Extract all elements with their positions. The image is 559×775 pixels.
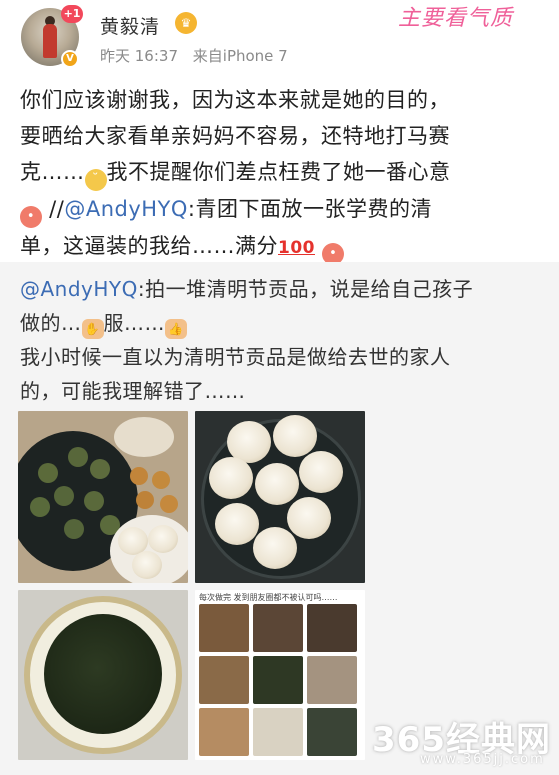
qingtuan (90, 459, 110, 479)
post-line: 克…… ˘ 我不提醒你们差点枉费了她一番心意 (20, 154, 546, 191)
qingtuan (64, 519, 84, 539)
steamed-bun (273, 415, 317, 457)
photo-steamed-buns[interactable] (195, 411, 365, 583)
steamed-bun (132, 551, 162, 579)
post-text-fragment: // (42, 197, 65, 221)
qingtuan (30, 497, 50, 517)
green-dough (44, 614, 162, 734)
shy-emoji-icon: ˘ (84, 169, 107, 191)
watermark-site: www.365jj.com (420, 752, 545, 767)
collage-caption: 每次做完 发到朋友圈都不被认可吗…… (199, 593, 338, 602)
post-meta: 昨天 16:37 来自iPhone 7 (100, 45, 298, 66)
photo-collage-grid[interactable]: 每次做完 发到朋友圈都不被认可吗…… (195, 590, 365, 760)
repost-mention-link[interactable]: @AndyHYQ (20, 277, 138, 301)
collage-cell (199, 656, 249, 704)
qingtuan (54, 486, 74, 506)
score-100-emoji-icon: 100 (278, 238, 315, 258)
pig-emoji-icon: • (20, 206, 42, 228)
repost-text-fragment: 做的… (20, 311, 82, 335)
clap-hands-icon: ✋ (81, 319, 104, 339)
cupcake (152, 471, 170, 489)
collage-cell (253, 656, 303, 704)
qingtuan (38, 463, 58, 483)
steamed-bun (255, 463, 299, 505)
post-line: 你们应该谢谢我，因为这本来就是她的目的， (20, 88, 450, 112)
post-header: +1 V 黄毅清 ♛ 昨天 16:37 来自iPhone 7 主要看气质 (0, 0, 559, 80)
repost-line: 我小时候一直以为清明节贡品是做给去世的家人 (20, 345, 451, 369)
collage-cell (253, 708, 303, 756)
verified-icon: V (61, 50, 79, 68)
collage-cell (307, 708, 357, 756)
post-text-fragment: :青团下面放一张学费的清 (187, 197, 432, 221)
steamed-bun (287, 497, 331, 539)
post-line: 单，这逼装的我给……满分100 • (20, 228, 546, 266)
post-body: 你们应该谢谢我，因为这本来就是她的目的， 要晒给大家看单亲妈妈不容易，还特地打马… (20, 82, 546, 266)
repost-text-fragment: 服…… (103, 311, 165, 335)
dumpling-bowl (114, 417, 174, 457)
collage-cell (307, 604, 357, 652)
cupcake (136, 491, 154, 509)
post-source[interactable]: 来自iPhone 7 (193, 47, 288, 65)
repost-line: 的，可能我理解错了…… (20, 379, 246, 403)
qingtuan (68, 447, 88, 467)
avatar-figure-body (43, 24, 57, 58)
photo-qingtuan-table[interactable] (18, 411, 188, 583)
collage-cell (199, 708, 249, 756)
post-time: 昨天 16:37 (100, 47, 178, 65)
collage-cell (253, 604, 303, 652)
crown-icon[interactable]: ♛ (175, 12, 197, 34)
notification-badge: +1 (61, 5, 83, 23)
repost-body: @AndyHYQ:拍一堆清明节贡品，说是给自己孩子 做的… ✋ 服…… 👍 我小时候一… (20, 272, 546, 408)
photo-green-dough-plate[interactable] (18, 590, 188, 760)
steamed-bun (253, 527, 297, 569)
mention-link[interactable]: @AndyHYQ (64, 197, 188, 221)
steamed-bun (215, 503, 259, 545)
post-line: 要晒给大家看单亲妈妈不容易，还特地打马赛 (20, 124, 450, 148)
collage-cell (307, 656, 357, 704)
username[interactable]: 黄毅清 (100, 12, 160, 39)
thumbs-up-icon: 👍 (165, 319, 187, 339)
collage-cell (199, 604, 249, 652)
repost-text-fragment: :拍一堆清明节贡品，说是给自己孩子 (137, 277, 474, 301)
cupcake (160, 495, 178, 513)
cupcake (130, 467, 148, 485)
qingtuan (84, 491, 104, 511)
steamed-bun (148, 525, 178, 553)
repost-line: @AndyHYQ:拍一堆清明节贡品，说是给自己孩子 (20, 272, 546, 306)
post-text-fragment: 单，这逼装的我给……满分 (20, 234, 278, 258)
repost-line: 做的… ✋ 服…… 👍 (20, 306, 546, 340)
steamed-bun (299, 451, 343, 493)
post-text-fragment: 克…… (20, 160, 85, 184)
post-line: • //@AndyHYQ:青团下面放一张学费的清 (20, 191, 546, 228)
steamed-bun (209, 457, 253, 499)
post-text-fragment: 我不提醒你们差点枉费了她一番心意 (106, 160, 451, 184)
watermark-top: 主要看气质 (398, 6, 514, 31)
